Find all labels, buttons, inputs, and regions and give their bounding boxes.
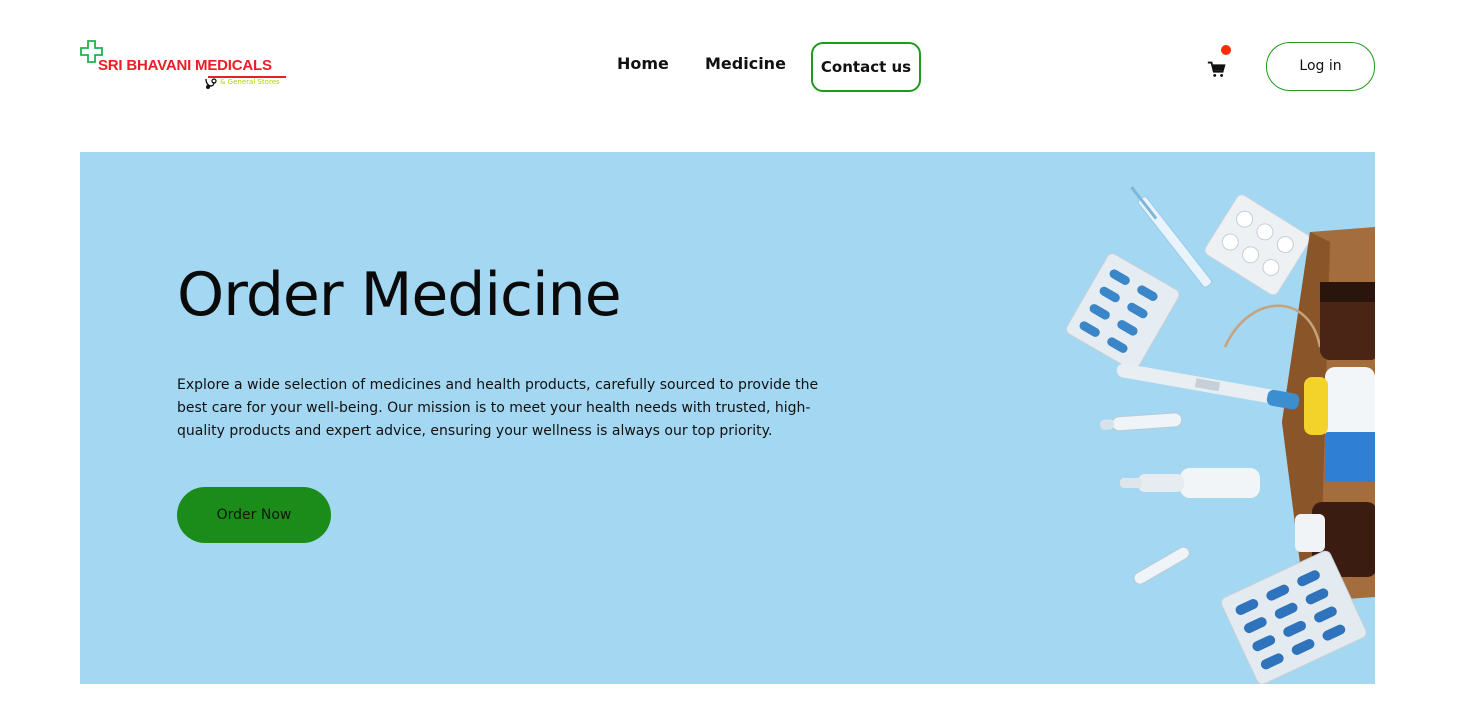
site-header: SRI BHAVANI MEDICALS & General Stores Ho…	[0, 0, 1473, 130]
brown-bottle-illustration	[1320, 282, 1375, 360]
blue-box-illustration	[1325, 432, 1375, 482]
nav-medicine[interactable]: Medicine	[705, 40, 786, 88]
brand-logo[interactable]: SRI BHAVANI MEDICALS & General Stores	[80, 40, 310, 95]
hero-title: Order Medicine	[177, 260, 622, 330]
login-button[interactable]: Log in	[1266, 42, 1375, 91]
cart-notification-dot	[1221, 45, 1231, 55]
brand-tagline: & General Stores	[220, 78, 280, 86]
capsule-blister-illustration	[1065, 253, 1180, 371]
small-ampoule-illustration	[1133, 546, 1190, 585]
nav-contact-us[interactable]: Contact us	[811, 42, 921, 92]
stethoscope-icon	[205, 78, 217, 89]
brand-name: SRI BHAVANI MEDICALS	[98, 57, 272, 74]
nav-home[interactable]: Home	[617, 40, 669, 88]
spray-bottle-illustration	[1120, 468, 1260, 498]
hero-description: Explore a wide selection of medicines an…	[177, 377, 819, 439]
blister-pack-illustration	[1204, 194, 1311, 296]
medicine-products-image	[1065, 186, 1375, 684]
hero-banner: Order Medicine Explore a wide selection …	[80, 152, 1375, 684]
ampoule-illustration	[1099, 412, 1183, 432]
thermometer-illustration	[1116, 363, 1300, 410]
order-now-button[interactable]: Order Now	[177, 487, 331, 543]
shopping-cart-icon[interactable]	[1206, 58, 1228, 80]
